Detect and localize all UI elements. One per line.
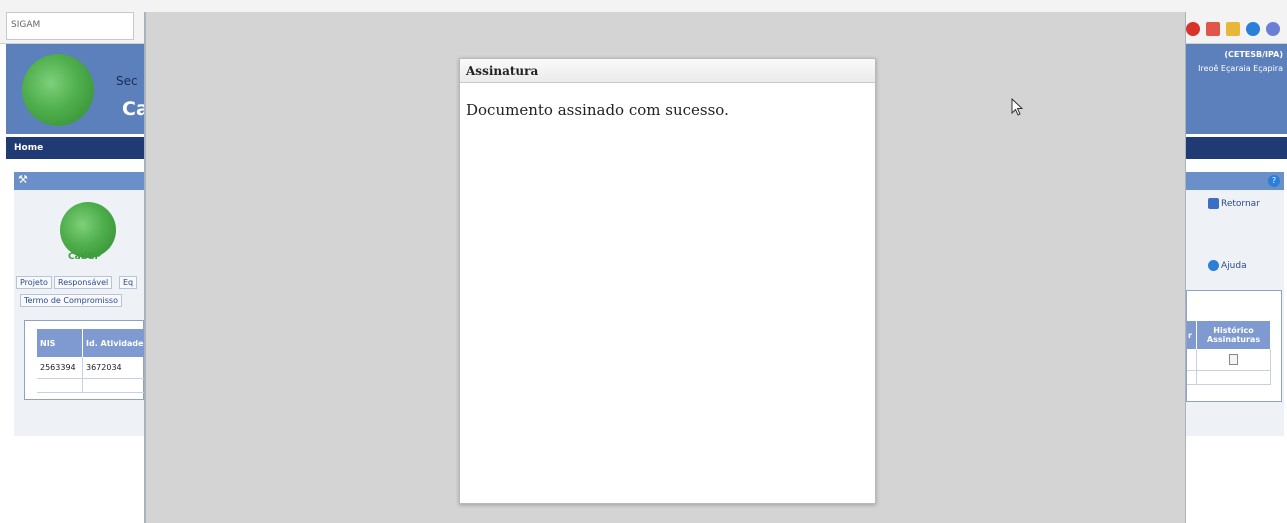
nav-home-link[interactable]: Home (14, 143, 43, 153)
retornar-label: Retornar (1221, 199, 1260, 209)
th-historico: Histórico Assinaturas (1197, 321, 1271, 349)
module-panel: CadGP Projeto Responsável Eq Termo de Co… (14, 190, 145, 436)
cell-nis: 2563394 (37, 357, 83, 379)
system-label: SIGAM (6, 12, 134, 40)
tab-equipe[interactable]: Eq (119, 276, 138, 289)
table-row-empty (1197, 371, 1271, 385)
tab-strip: Projeto Responsável Eq (16, 276, 144, 290)
module-panel-right: Retornar Ajuda r Histórico Assinaturas (1186, 190, 1284, 436)
header-user-area: (CETESB/IPA) Ireoê Eçaraia Eçapira (1186, 44, 1287, 134)
user-name: Ireoê Eçaraia Eçapira (1198, 64, 1283, 73)
help-icon[interactable]: ? (1268, 175, 1280, 187)
signatures-table: NIS Id. Atividade 2563394 3672034 (24, 320, 145, 400)
ajuda-label: Ajuda (1221, 261, 1247, 271)
home-icon[interactable] (1206, 22, 1220, 36)
edit-icon[interactable] (1226, 22, 1240, 36)
module-logo-caption: CadGP (68, 252, 102, 262)
subtab-label: Termo de Compromisso (20, 294, 122, 307)
user-org: (CETESB/IPA) (1224, 50, 1283, 59)
document-icon[interactable] (1229, 354, 1238, 365)
ajuda-link[interactable]: Ajuda (1208, 260, 1247, 271)
tab-responsavel[interactable]: Responsável (54, 276, 113, 289)
table-row-empty (37, 379, 83, 393)
table-row-empty (1187, 371, 1197, 385)
help-icon (1208, 260, 1219, 271)
table-row-empty (83, 379, 145, 393)
cell-id-atividade: 3672034 (83, 357, 145, 379)
signatures-table-right: r Histórico Assinaturas (1186, 290, 1282, 402)
nav-bar-right (1186, 137, 1287, 159)
help-icon[interactable] (1246, 22, 1260, 36)
modal-overlay: Assinatura Documento assinado com sucess… (144, 12, 1186, 523)
th-nis: NIS (37, 329, 83, 357)
back-arrow-icon (1208, 198, 1219, 209)
module-bar: ⚒ (14, 172, 144, 190)
dialog-message: Documento assinado com sucesso. (466, 101, 729, 119)
subtab-termo[interactable]: Termo de Compromisso (20, 294, 144, 307)
logo (22, 54, 94, 126)
tab-projeto[interactable]: Projeto (16, 276, 52, 289)
cell-partial (1187, 349, 1197, 371)
user-icon[interactable] (1266, 22, 1280, 36)
signature-dialog: Assinatura Documento assinado com sucess… (459, 58, 876, 504)
dialog-title: Assinatura (460, 59, 875, 83)
cell-historico[interactable] (1197, 349, 1271, 371)
nav-bar: Home (6, 137, 144, 159)
module-bar-right: ? (1186, 172, 1284, 190)
toolbar-icons (1186, 22, 1287, 40)
wrench-icon: ⚒ (18, 173, 28, 186)
th-id-atividade: Id. Atividade (83, 329, 145, 357)
th-partial: r (1187, 321, 1197, 349)
close-icon[interactable] (1186, 22, 1200, 36)
mouse-cursor-icon (1011, 98, 1023, 116)
header-banner: Sec Ca (6, 44, 149, 134)
module-logo (60, 202, 116, 258)
header-subtitle: Sec (116, 74, 138, 88)
retornar-link[interactable]: Retornar (1208, 198, 1260, 209)
